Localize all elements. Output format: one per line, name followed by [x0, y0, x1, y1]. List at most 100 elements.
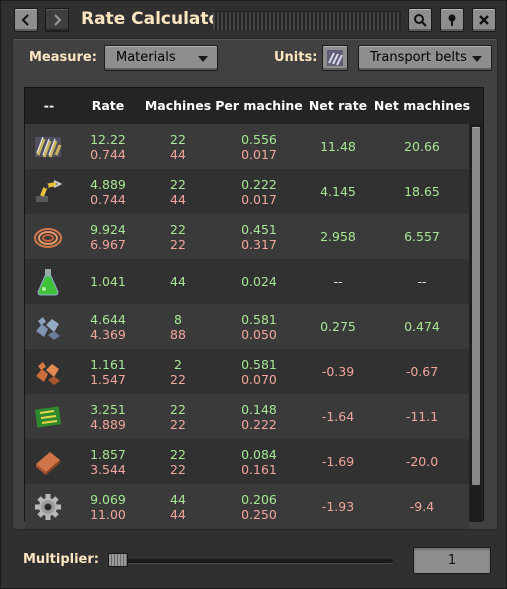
machines-cell: 22 22: [143, 439, 213, 484]
header-rate[interactable]: Rate: [73, 88, 143, 124]
rate-cell-produced: 3.251: [90, 402, 126, 417]
rate-calculator-window: Rate Calculator Measure: Materials Units…: [0, 0, 507, 589]
multiplier-input[interactable]: 1: [413, 547, 491, 574]
close-button[interactable]: [472, 8, 496, 32]
rate-cell: 9.924 6.967: [73, 214, 143, 259]
net-machines-cell-value: 18.65: [404, 184, 440, 199]
units-label: Units:: [274, 50, 318, 65]
per-machine-cell-consumed: 0.161: [241, 462, 277, 477]
per-machine-cell-produced: 0.581: [241, 312, 277, 327]
per-machine-cell-consumed: 0.070: [241, 372, 277, 387]
machines-cell-produced: 22: [170, 132, 186, 147]
machines-cell-produced: 8: [174, 312, 182, 327]
chevron-left-icon: [21, 14, 29, 26]
copper-ore-icon[interactable]: [32, 356, 64, 388]
per-machine-cell: 0.556 0.017: [213, 124, 305, 169]
measure-dropdown[interactable]: Materials: [104, 45, 218, 71]
pin-button[interactable]: [440, 8, 464, 32]
net-machines-cell-value: --: [417, 274, 427, 289]
machines-cell-consumed: 22: [170, 417, 186, 432]
forward-button[interactable]: [45, 8, 69, 32]
per-machine-cell-produced: 0.206: [241, 492, 277, 507]
net-machines-cell-value: -9.4: [409, 499, 435, 514]
net-machines-cell: -20.0: [371, 439, 473, 484]
rate-cell: 4.889 0.744: [73, 169, 143, 214]
net-rate-cell: -1.69: [305, 439, 371, 484]
net-rate-cell-value: 11.48: [320, 139, 356, 154]
per-machine-cell-value: 0.024: [241, 274, 277, 289]
machines-cell: 22 22: [143, 394, 213, 439]
units-dropdown[interactable]: Transport belts: [358, 45, 492, 71]
chevron-right-icon: [54, 14, 62, 26]
belt-icon[interactable]: [32, 131, 64, 163]
per-machine-cell-consumed: 0.050: [241, 327, 277, 342]
copper-cable-icon[interactable]: [32, 221, 64, 253]
per-machine-cell-consumed: 0.222: [241, 417, 277, 432]
table-row[interactable]: 9.069 11.00 44 44 0.206 0.250 -1.93 -9.4: [25, 484, 469, 529]
multiplier-slider[interactable]: [110, 559, 393, 563]
units-belt-button[interactable]: [322, 45, 348, 71]
header-net-rate[interactable]: Net rate: [305, 88, 371, 124]
inserter-icon[interactable]: [32, 176, 64, 208]
machines-cell-consumed: 22: [170, 372, 186, 387]
table-row[interactable]: 3.251 4.889 22 22 0.148 0.222 -1.64 -11.1: [25, 394, 469, 439]
table-row[interactable]: 1.161 1.547 2 22 0.581 0.070 -0.39 -0.67: [25, 349, 469, 394]
header-item[interactable]: --: [25, 88, 73, 124]
machines-cell: 8 88: [143, 304, 213, 349]
chevron-down-icon: [198, 56, 208, 62]
machines-cell-produced: 22: [170, 402, 186, 417]
header-per-machine[interactable]: Per machine: [213, 88, 305, 124]
rate-cell-consumed: 0.744: [90, 192, 126, 207]
machines-cell: 22 22: [143, 214, 213, 259]
machines-cell: 44 44: [143, 484, 213, 529]
header-net-machines[interactable]: Net machines: [371, 88, 473, 124]
header-machines[interactable]: Machines: [143, 88, 213, 124]
rate-cell-produced: 9.924: [90, 222, 126, 237]
net-rate-cell: -0.39: [305, 349, 371, 394]
iron-ore-icon[interactable]: [32, 311, 64, 343]
net-machines-cell-value: -11.1: [405, 409, 439, 424]
table-row[interactable]: 9.924 6.967 22 22 0.451 0.317 2.958 6.557: [25, 214, 469, 259]
per-machine-cell: 0.148 0.222: [213, 394, 305, 439]
copper-plate-icon[interactable]: [32, 446, 64, 478]
machines-cell-consumed: 44: [170, 192, 186, 207]
machines-cell-produced: 22: [170, 447, 186, 462]
drag-handle[interactable]: [213, 11, 401, 30]
rate-cell: 1.857 3.544: [73, 439, 143, 484]
multiplier-slider-handle[interactable]: [108, 553, 128, 567]
science-pack-icon[interactable]: [32, 266, 64, 298]
table-row[interactable]: 4.644 4.369 8 88 0.581 0.050 0.275 0.474: [25, 304, 469, 349]
back-button[interactable]: [14, 8, 38, 32]
net-machines-cell-value: 20.66: [404, 139, 440, 154]
table-row[interactable]: 1.041 44 0.024 -- --: [25, 259, 469, 304]
measure-label: Measure:: [29, 50, 97, 65]
machines-cell: 2 22: [143, 349, 213, 394]
search-button[interactable]: [408, 8, 432, 32]
machines-cell-value: 44: [170, 274, 186, 289]
table-row[interactable]: 12.22 0.744 22 44 0.556 0.017 11.48 20.66: [25, 124, 469, 169]
net-rate-cell: 2.958: [305, 214, 371, 259]
per-machine-cell-consumed: 0.250: [241, 507, 277, 522]
table-row[interactable]: 1.857 3.544 22 22 0.084 0.161 -1.69 -20.0: [25, 439, 469, 484]
net-machines-cell: 0.474: [371, 304, 473, 349]
scrollbar-thumb[interactable]: [472, 127, 480, 485]
machines-cell-consumed: 44: [170, 507, 186, 522]
per-machine-cell: 0.581 0.070: [213, 349, 305, 394]
scrollbar[interactable]: [470, 124, 482, 522]
measure-value: Materials: [116, 50, 176, 65]
machines-cell-produced: 2: [174, 357, 182, 372]
machines-cell: 22 44: [143, 124, 213, 169]
title-bar[interactable]: Rate Calculator: [1, 1, 507, 39]
net-rate-cell-value: --: [333, 274, 343, 289]
machines-cell-consumed: 44: [170, 147, 186, 162]
gear-icon[interactable]: [32, 491, 64, 523]
net-machines-cell-value: 6.557: [404, 229, 440, 244]
rate-cell: 3.251 4.889: [73, 394, 143, 439]
rate-cell-consumed: 3.544: [90, 462, 126, 477]
rate-cell: 9.069 11.00: [73, 484, 143, 529]
per-machine-cell-consumed: 0.017: [241, 147, 277, 162]
rate-cell-produced: 1.161: [90, 357, 126, 372]
table-row[interactable]: 4.889 0.744 22 44 0.222 0.017 4.145 18.65: [25, 169, 469, 214]
electronic-circuit-icon[interactable]: [32, 401, 64, 433]
pin-icon: [448, 14, 456, 26]
